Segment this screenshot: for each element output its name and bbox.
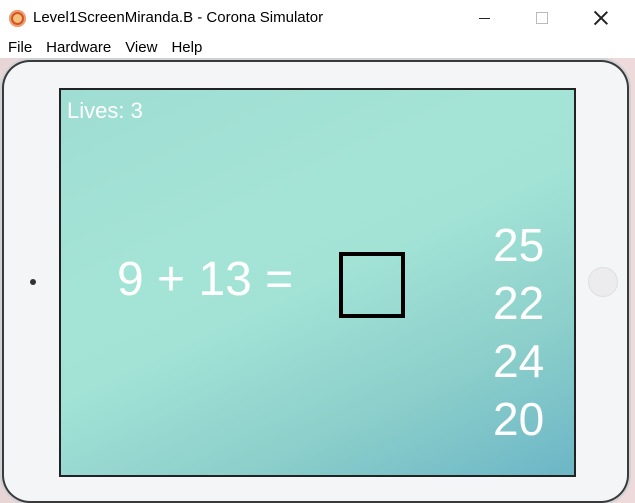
game-screen[interactable]: Lives: 3 9 + 13 = 25 22 24 20 <box>59 88 576 477</box>
menu-hardware[interactable]: Hardware <box>39 39 118 56</box>
minimize-button[interactable] <box>455 0 513 36</box>
minimize-icon <box>478 17 490 19</box>
answer-choice-4[interactable]: 20 <box>493 392 544 446</box>
answer-choice-2[interactable]: 22 <box>493 276 544 330</box>
camera-icon <box>30 279 36 285</box>
window-title: Level1ScreenMiranda.B - Corona Simulator <box>33 9 324 26</box>
home-button[interactable] <box>588 267 618 297</box>
maximize-button[interactable] <box>513 0 571 36</box>
menu-help[interactable]: Help <box>164 39 209 56</box>
menu-bar: File Hardware View Help <box>0 36 635 58</box>
menu-view[interactable]: View <box>118 39 164 56</box>
answer-choice-1[interactable]: 25 <box>493 218 544 272</box>
corona-app-icon <box>9 10 26 27</box>
maximize-icon <box>536 12 548 24</box>
math-equation: 9 + 13 = <box>117 253 294 306</box>
title-bar: Level1ScreenMiranda.B - Corona Simulator <box>0 0 635 36</box>
close-icon <box>594 11 608 25</box>
lives-counter: Lives: 3 <box>67 98 143 123</box>
answer-box[interactable] <box>339 252 405 318</box>
menu-file[interactable]: File <box>0 39 39 56</box>
answer-choice-3[interactable]: 24 <box>493 334 544 388</box>
close-button[interactable] <box>572 0 630 36</box>
